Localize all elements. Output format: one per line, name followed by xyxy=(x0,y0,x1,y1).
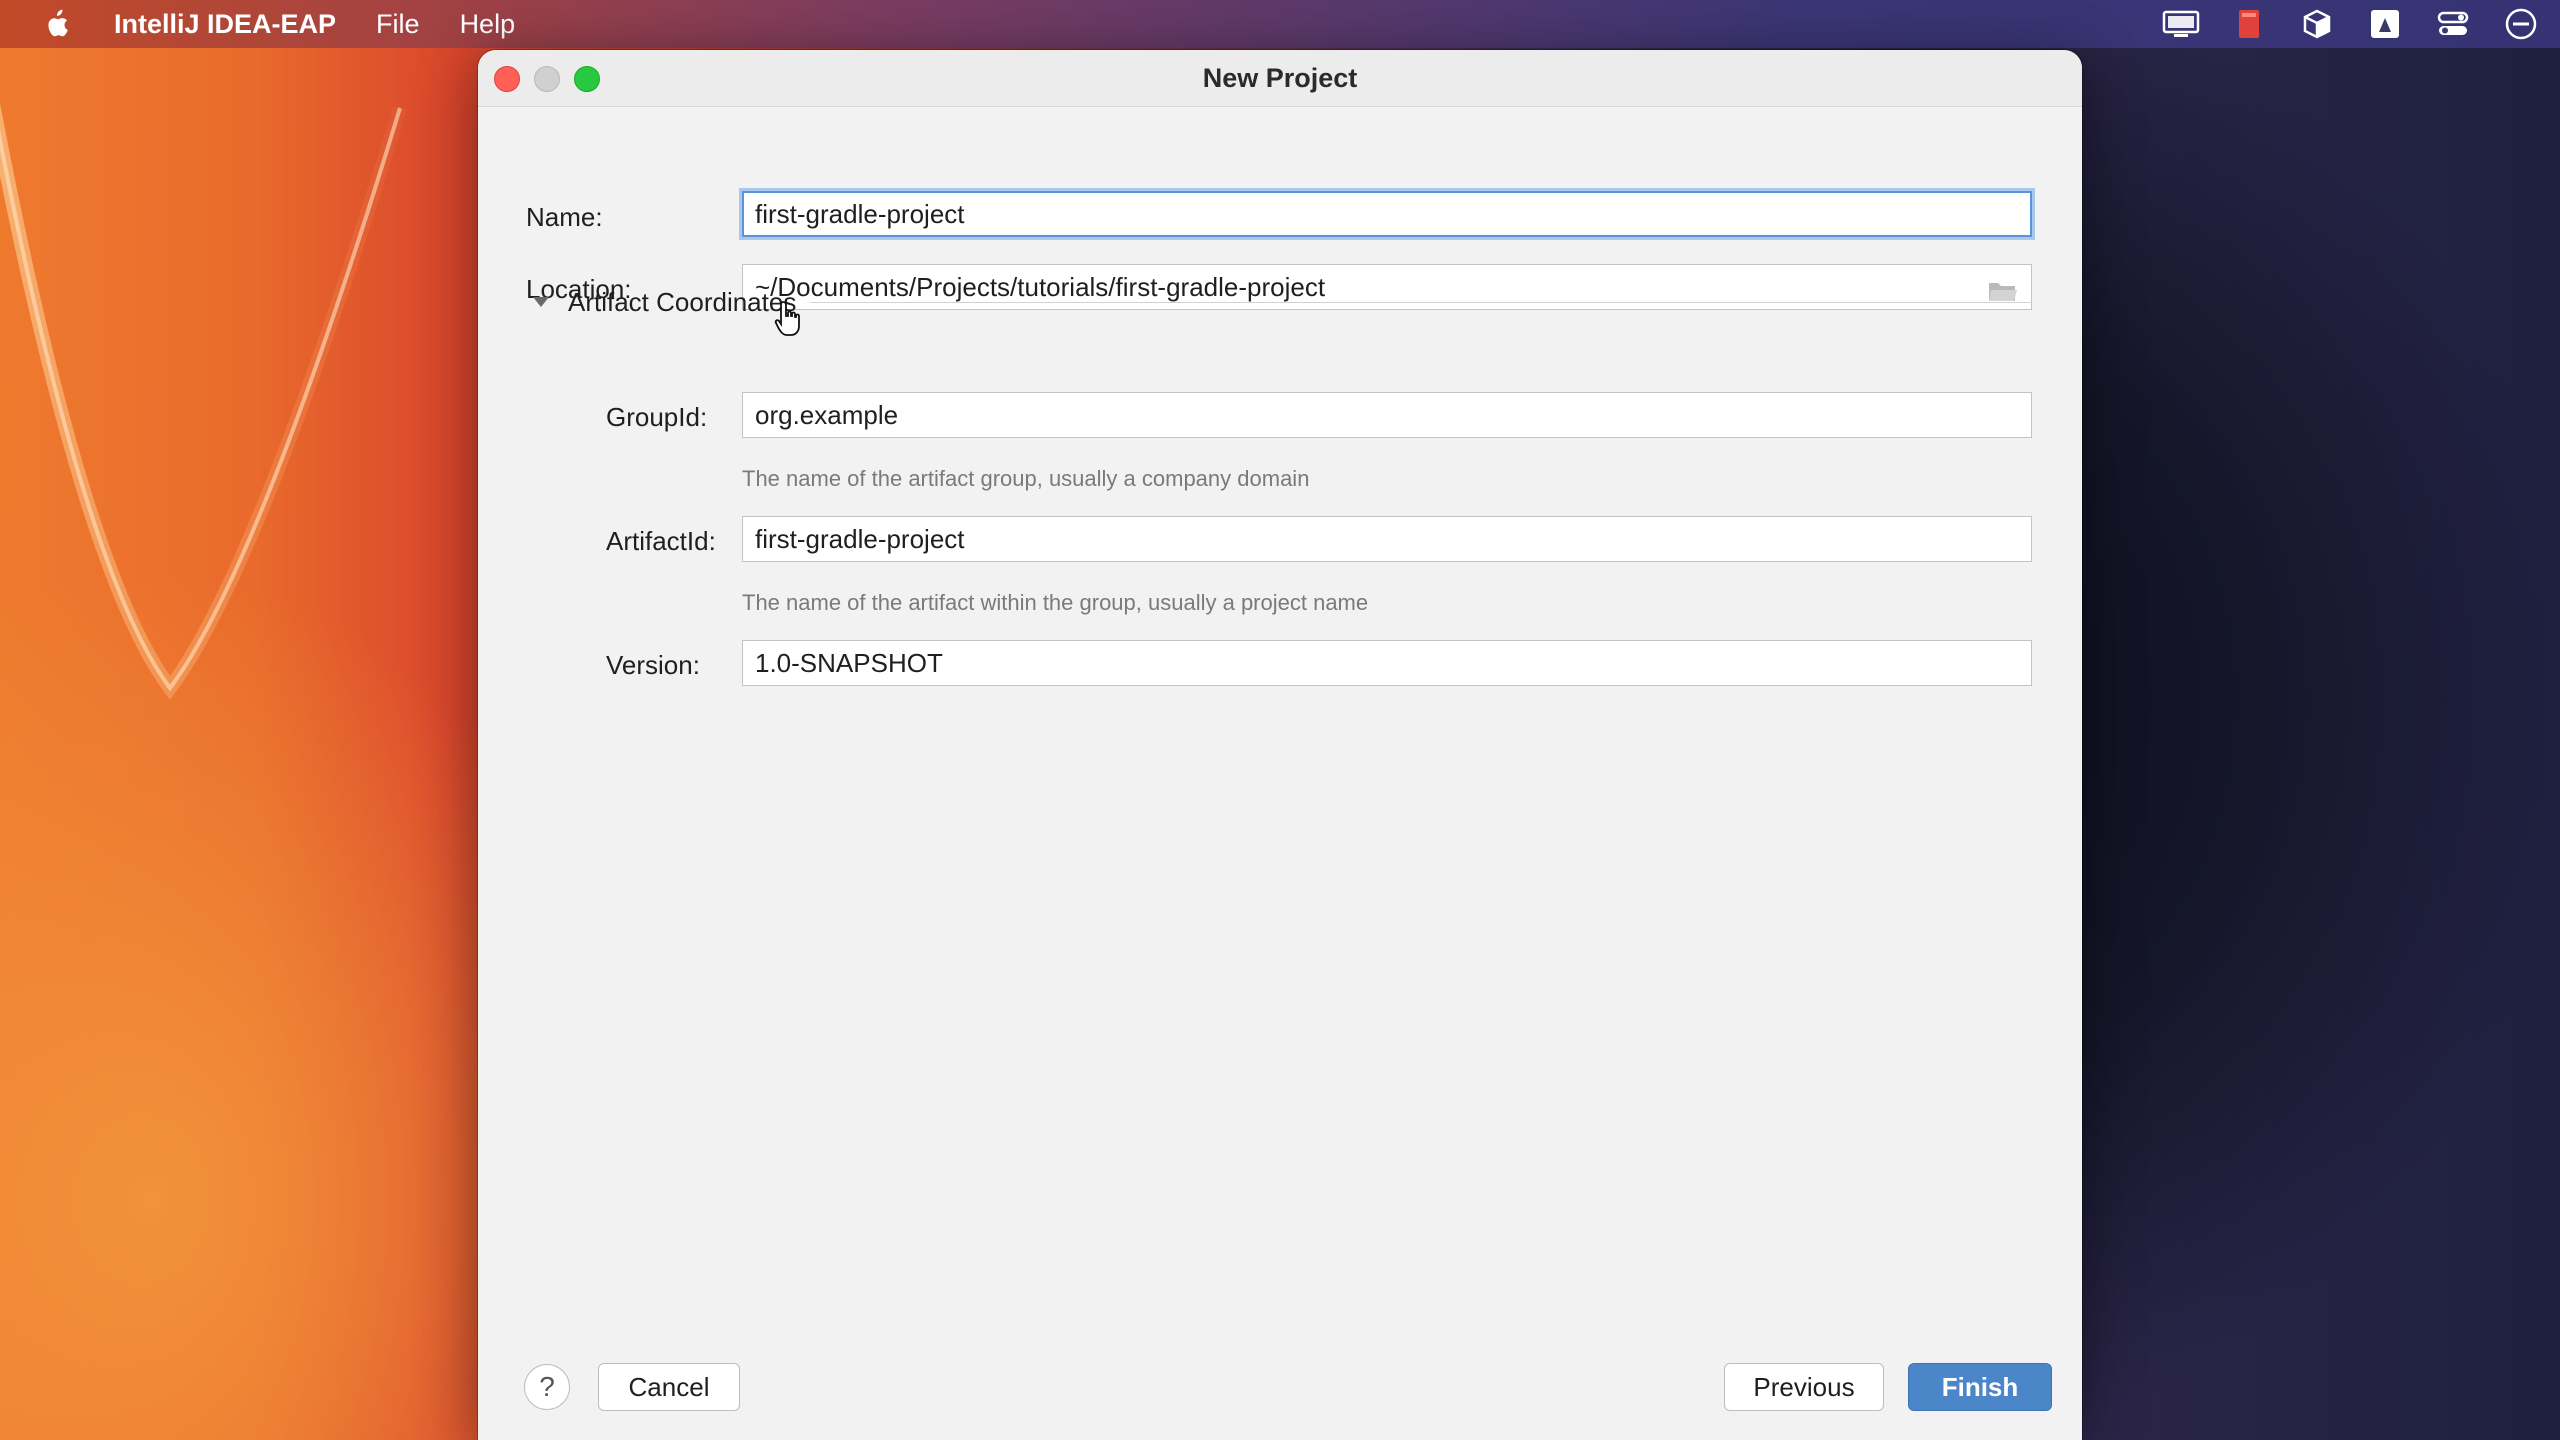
display-icon[interactable] xyxy=(2162,8,2200,40)
cube-icon[interactable] xyxy=(2298,8,2336,40)
section-divider xyxy=(810,301,2032,303)
dialog-title: New Project xyxy=(1202,63,1358,93)
app-name-menu[interactable]: IntelliJ IDEA-EAP xyxy=(114,9,336,40)
help-button[interactable]: ? xyxy=(524,1364,570,1410)
menu-help[interactable]: Help xyxy=(460,9,516,40)
new-project-dialog: New Project Name: first-gradle-project L… xyxy=(478,50,2082,1440)
dialog-titlebar: New Project xyxy=(478,50,2082,107)
finish-button[interactable]: Finish xyxy=(1908,1363,2052,1411)
wallpaper-curve xyxy=(0,103,407,700)
apple-icon[interactable] xyxy=(42,9,70,39)
cancel-button[interactable]: Cancel xyxy=(598,1363,740,1411)
minus-circle-icon[interactable] xyxy=(2502,8,2540,40)
groupid-hint: The name of the artifact group, usually … xyxy=(742,466,1310,491)
hand-cursor-icon xyxy=(774,301,800,336)
chevron-down-icon xyxy=(533,297,549,307)
version-label: Version: xyxy=(606,650,700,680)
name-label: Name: xyxy=(526,202,603,232)
artifactid-label: ArtifactId: xyxy=(606,526,716,556)
groupid-label: GroupId: xyxy=(606,402,708,432)
menu-file[interactable]: File xyxy=(376,9,420,40)
status-icons xyxy=(2162,0,2540,48)
artifactid-hint: The name of the artifact within the grou… xyxy=(742,590,1369,615)
artifactid-input[interactable]: first-gradle-project xyxy=(742,516,2032,562)
drive-icon[interactable] xyxy=(2366,8,2404,40)
name-input[interactable]: first-gradle-project xyxy=(742,191,2032,237)
version-input[interactable]: 1.0-SNAPSHOT xyxy=(742,640,2032,686)
groupid-input[interactable]: org.example xyxy=(742,392,2032,438)
red-app-icon[interactable] xyxy=(2230,8,2268,40)
previous-button[interactable]: Previous xyxy=(1724,1363,1884,1411)
artifact-coordinates-toggle[interactable]: Artifact Coordinates xyxy=(530,284,2032,320)
section-title: Artifact Coordinates xyxy=(568,286,797,317)
control-center-icon[interactable] xyxy=(2434,8,2472,40)
menu-bar: IntelliJ IDEA-EAP File Help xyxy=(0,0,2560,48)
